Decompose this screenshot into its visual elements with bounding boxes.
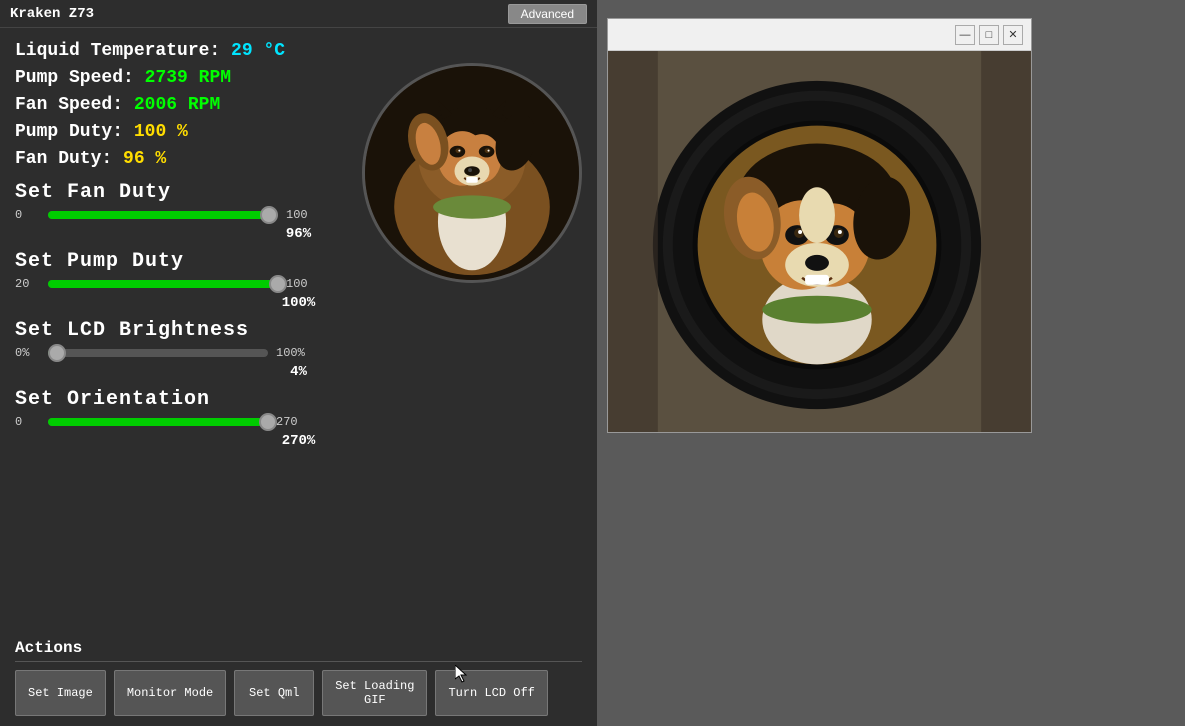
pump-duty-min: 20 (15, 277, 40, 291)
pump-duty-value: 100 % (134, 122, 188, 142)
secondary-window-titlebar: — □ ✕ (608, 19, 1031, 51)
title-bar: Kraken Z73 Advanced (0, 0, 597, 28)
set-qml-button[interactable]: Set Qml (234, 670, 314, 716)
secondary-window: — □ ✕ (607, 18, 1032, 433)
lcd-brightness-track[interactable] (48, 349, 268, 357)
set-image-button[interactable]: Set Image (15, 670, 106, 716)
pump-duty-max: 100 (286, 277, 311, 291)
stats-area: Liquid Temperature: 29 °C Pump Speed: 27… (15, 38, 342, 173)
orientation-value-display: 270% (15, 433, 582, 449)
orientation-section: Set Orientation 0 270 270% (15, 388, 582, 449)
liquid-temp-label: Liquid Temperature: (15, 41, 220, 61)
pump-duty-fill (48, 280, 278, 288)
advanced-button[interactable]: Advanced (508, 4, 587, 24)
fan-duty-min: 0 (15, 208, 40, 222)
lcd-brightness-thumb (48, 344, 66, 362)
actions-section: Actions Set Image Monitor Mode Set Qml S… (0, 631, 597, 726)
fan-duty-track[interactable] (48, 211, 278, 219)
orientation-track[interactable] (48, 418, 268, 426)
fan-duty-label: Fan Duty: (15, 149, 112, 169)
pump-duty-track[interactable] (48, 280, 278, 288)
lcd-brightness-section: Set LCD Brightness 0% 100% 4% (15, 319, 582, 380)
orientation-thumb (259, 413, 277, 431)
right-panel-svg (608, 51, 1031, 432)
main-content: Liquid Temperature: 29 °C Pump Speed: 27… (0, 28, 597, 465)
pump-speed-value: 2739 RPM (145, 68, 231, 88)
liquid-temp-value: 29 °C (231, 41, 285, 61)
left-panel: Kraken Z73 Advanced Liquid Temperature: … (0, 0, 597, 726)
app-title: Kraken Z73 (10, 6, 94, 22)
fan-duty-line: Fan Duty: 96 % (15, 146, 342, 173)
close-button[interactable]: ✕ (1003, 25, 1023, 45)
maximize-button[interactable]: □ (979, 25, 999, 45)
actions-buttons: Set Image Monitor Mode Set Qml Set Loadi… (15, 670, 582, 716)
lcd-brightness-min: 0% (15, 346, 40, 360)
turn-lcd-off-button[interactable]: Turn LCD Off (435, 670, 547, 716)
secondary-window-content (608, 51, 1031, 432)
set-loading-gif-button[interactable]: Set Loading GIF (322, 670, 427, 716)
fan-speed-label: Fan Speed: (15, 95, 123, 115)
orientation-max: 270 (276, 415, 301, 429)
fan-duty-value: 96 % (123, 149, 166, 169)
liquid-temp-line: Liquid Temperature: 29 °C (15, 38, 342, 65)
orientation-label: Set Orientation (15, 388, 582, 411)
pump-duty-line: Pump Duty: 100 % (15, 119, 342, 146)
lcd-brightness-label: Set LCD Brightness (15, 319, 582, 342)
pump-duty-thumb (269, 275, 287, 293)
monitor-mode-button[interactable]: Monitor Mode (114, 670, 226, 716)
pump-speed-line: Pump Speed: 2739 RPM (15, 65, 342, 92)
fan-duty-thumb (260, 206, 278, 224)
pump-speed-label: Pump Speed: (15, 68, 134, 88)
lcd-brightness-value-display: 4% (15, 364, 582, 380)
lcd-brightness-slider-row: 0% 100% (15, 346, 582, 360)
minimize-button[interactable]: — (955, 25, 975, 45)
lcd-brightness-max: 100% (276, 346, 305, 360)
fan-duty-max: 100 (286, 208, 311, 222)
fan-speed-line: Fan Speed: 2006 RPM (15, 92, 342, 119)
orientation-min: 0 (15, 415, 40, 429)
fan-speed-value: 2006 RPM (134, 95, 220, 115)
dog-image-inner (365, 66, 579, 280)
fan-duty-fill (48, 211, 269, 219)
orientation-fill (48, 418, 268, 426)
dog-svg (365, 63, 579, 283)
orientation-slider-row: 0 270 (15, 415, 582, 429)
dog-image-circle (362, 63, 582, 283)
pump-duty-label: Pump Duty: (15, 122, 123, 142)
pump-duty-value-display: 100% (15, 295, 582, 311)
actions-label: Actions (15, 639, 582, 662)
